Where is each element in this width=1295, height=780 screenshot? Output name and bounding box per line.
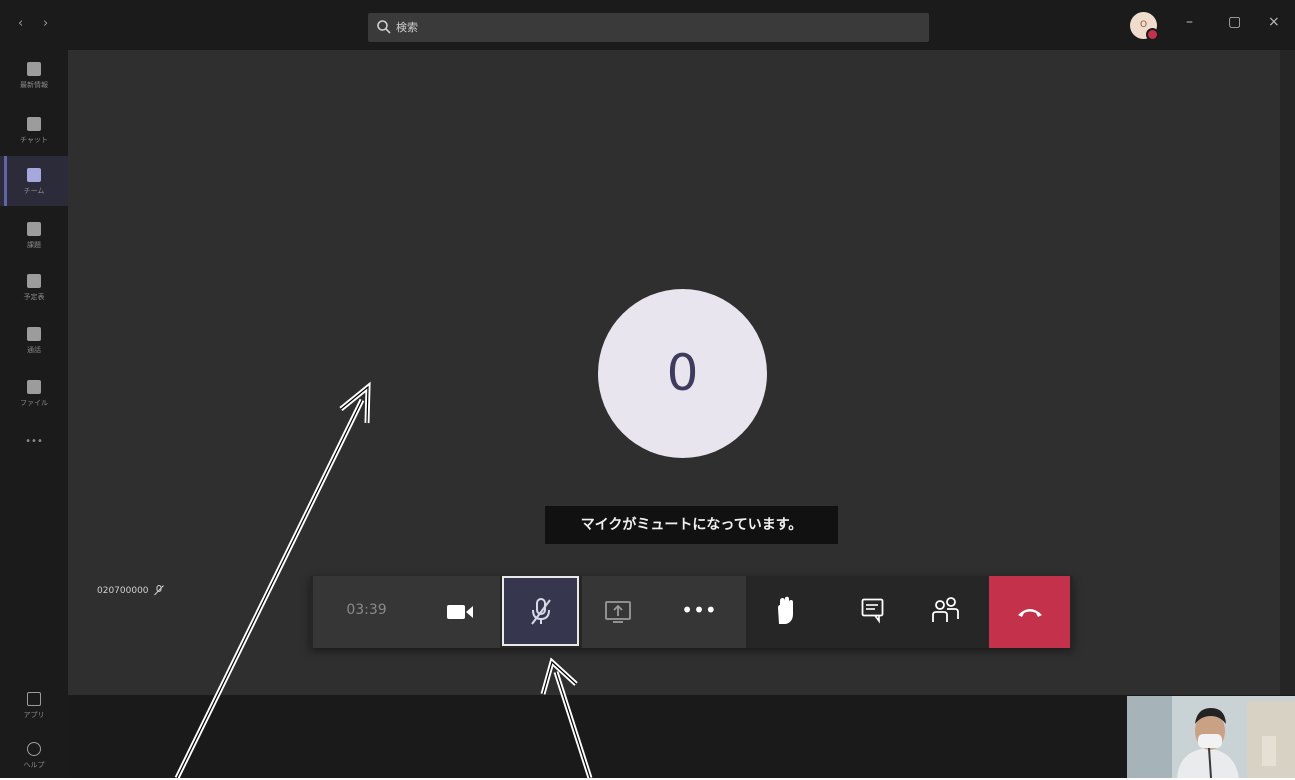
arrow-to-stage (174, 381, 371, 778)
arrow-to-mic-button (540, 657, 593, 778)
annotation-arrows (174, 381, 593, 778)
